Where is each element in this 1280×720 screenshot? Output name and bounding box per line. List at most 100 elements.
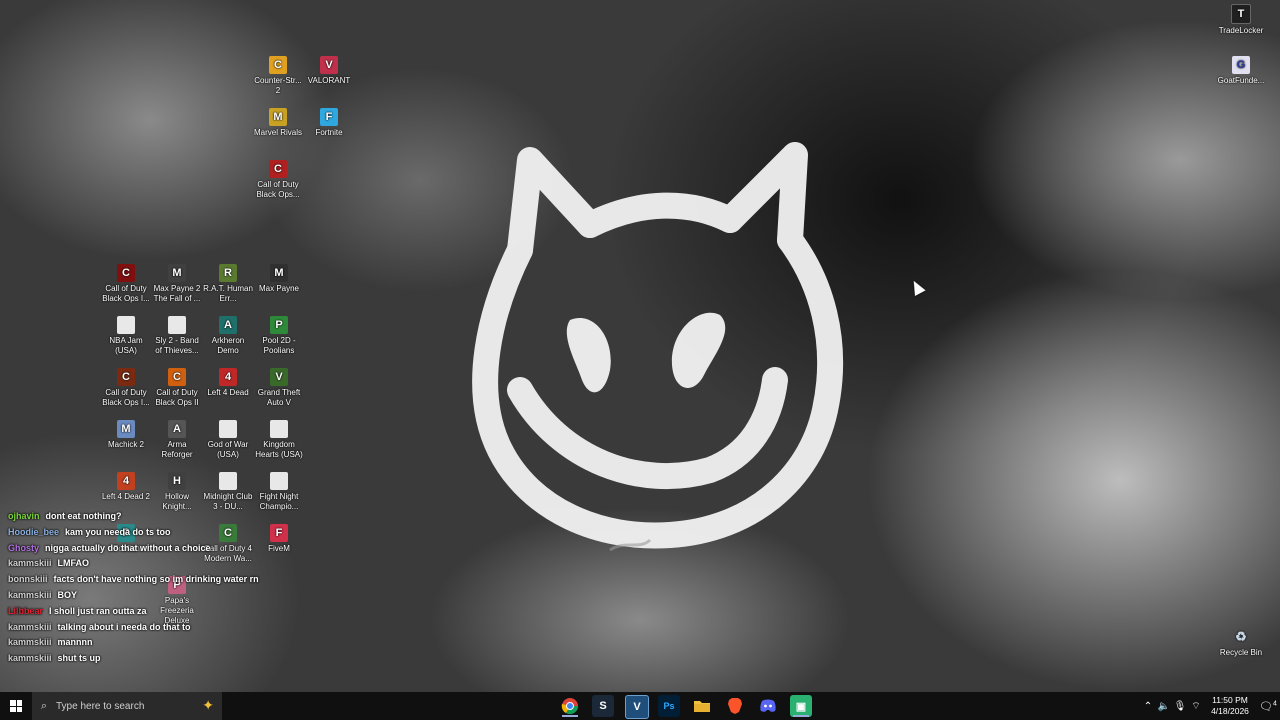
notification-center-icon[interactable]: 🗨4 [1256,700,1280,713]
pool-logo-icon: P [270,316,288,334]
chat-text: talking about i needa do that to [57,621,191,632]
file-explorer-taskbar-icon[interactable] [691,695,713,717]
cod-logo-icon: C [269,160,287,178]
max-payne-2-icon[interactable]: M Max Payne 2 The Fall of ... [151,264,203,304]
chat-username: kammskiii [8,653,52,664]
network-icon[interactable]: ⌔ [1188,700,1204,713]
system-tray: ⌃ 🔈 🎙 ⌔ 11:50 PM 4/18/2026 🗨4 [1140,692,1280,720]
machick-2-icon[interactable]: M Machick 2 [100,420,152,450]
chat-username: kammskiii [8,637,52,648]
nba-jam-icon[interactable]: NBA Jam (USA) [100,316,152,356]
arma-logo-icon: A [168,420,186,438]
god-of-war-icon[interactable]: God of War (USA) [202,420,254,460]
search-placeholder: Type here to search [56,700,145,712]
windows-logo-icon [10,700,22,712]
chat-text: facts don't have nothing so im drinking … [53,574,259,585]
fortnite-icon[interactable]: F Fortnite [303,108,355,138]
chat-text: mannnn [57,637,93,648]
cod-black-ops-2-icon[interactable]: C Call of Duty Black Ops II [151,368,203,408]
volume-icon[interactable]: 🔈 [1156,701,1172,712]
cs2-logo-icon: C [269,56,287,74]
fortnite-logo-icon: F [320,108,338,126]
microphone-icon[interactable]: 🎙 [1172,701,1188,712]
goatfunded-logo-icon: G [1232,56,1250,74]
clock-date: 4/18/2026 [1211,706,1249,716]
chat-text: dont eat nothing? [45,511,122,521]
cod-logo-icon: C [117,368,135,386]
cod-black-ops-1b-icon[interactable]: C Call of Duty Black Ops I... [100,368,152,408]
green-app-taskbar-icon[interactable]: ▣ [790,695,812,717]
hollow-knight-logo-icon: H [168,472,186,490]
active-indicator [793,715,809,717]
marvel-rivals-icon[interactable]: M Marvel Rivals [252,108,304,138]
search-highlight-icon: ✦ [202,697,214,713]
v-app-taskbar-icon[interactable]: V [625,695,649,719]
file-icon [117,316,135,334]
chrome-taskbar-icon[interactable] [559,695,581,717]
fight-night-icon[interactable]: Fight Night Champio... [253,472,305,512]
arkheron-demo-icon[interactable]: A Arkheron Demo [202,316,254,356]
gta-logo-icon: V [270,368,288,386]
chat-username: ojhavin [8,511,40,521]
recycle-bin-logo-icon: ♻ [1235,629,1247,644]
taskbar-search-box[interactable]: ⌕ Type here to search ✦ [32,692,222,720]
cod-black-ops-1-icon[interactable]: C Call of Duty Black Ops I... [100,264,152,304]
chat-username: bonnskiii [8,574,48,585]
rat-human-error-icon[interactable]: R R.A.T. Human Err... [202,264,254,304]
l4d-logo-icon: 4 [219,368,237,386]
desktop: C Counter-Str... 2 V VALORANT M Marvel R… [0,0,1280,692]
file-icon [168,316,186,334]
cod-black-ops-icon[interactable]: C Call of Duty Black Ops... [252,160,304,200]
l4d2-logo-icon: 4 [117,472,135,490]
cod-logo-icon: C [168,368,186,386]
clock-time: 11:50 PM [1212,695,1248,705]
max-payne-icon[interactable]: M Max Payne [253,264,305,294]
valorant-icon[interactable]: V VALORANT [303,56,355,86]
gta-v-icon[interactable]: V Grand Theft Auto V [253,368,305,408]
arkheron-logo-icon: A [219,316,237,334]
recycle-bin-icon[interactable]: ♻ Recycle Bin [1215,628,1267,658]
show-hidden-icons-chevron-icon[interactable]: ⌃ [1140,701,1156,712]
clock[interactable]: 11:50 PM 4/18/2026 [1204,695,1256,717]
brave-taskbar-icon[interactable] [724,695,746,717]
sly-2-icon[interactable]: Sly 2 - Band of Thieves... [151,316,203,356]
taskbar: ⌕ Type here to search ✦ S V Ps ▣ ⌃ 🔈 🎙 ⌔… [0,692,1280,720]
chat-username: Hoodie_bee [8,526,60,537]
pool-2d-icon[interactable]: P Pool 2D - Poolians [253,316,305,356]
mouse-cursor-icon [908,278,926,296]
left-4-dead-icon[interactable]: 4 Left 4 Dead [202,368,254,398]
tradelocker-logo-icon: T [1231,4,1251,24]
chat-message: Lilbbear I sholl just ran outta za [8,604,308,620]
hollow-knight-icon[interactable]: H Hollow Knight... [151,472,203,512]
left-4-dead-2-icon[interactable]: 4 Left 4 Dead 2 [100,472,152,502]
rat-logo-icon: R [219,264,237,282]
midnight-club-3-icon[interactable]: Midnight Club 3 - DU... [202,472,254,512]
cod-logo-icon: C [117,264,135,282]
steam-taskbar-icon[interactable]: S [592,695,614,717]
chat-message: kammskiii shut ts up [8,651,308,667]
chat-message: kammskiii mannnn [8,635,308,651]
chat-username: kammskiii [8,558,52,569]
counter-strike-2-icon[interactable]: C Counter-Str... 2 [252,56,304,96]
photoshop-taskbar-icon[interactable]: Ps [658,695,680,717]
goatfunded-icon[interactable]: G GoatFunde... [1215,56,1267,86]
chat-message: ojhavin dont eat nothing? [8,509,308,525]
max-payne-logo-icon: M [168,264,186,282]
tradelocker-icon[interactable]: T TradeLocker [1215,4,1267,36]
chat-message: kammskiii BOY [8,588,308,604]
chat-text: shut ts up [57,653,101,664]
notification-count: 4 [1273,699,1277,707]
chat-text: BOY [57,589,78,600]
file-icon [219,472,237,490]
chat-username: kammskiii [8,621,52,632]
discord-taskbar-icon[interactable] [757,695,779,717]
chat-text: kam you needa do ts too [65,526,171,537]
arma-reforger-icon[interactable]: A Arma Reforger [151,420,203,460]
start-button[interactable] [0,692,32,720]
chat-username: Lilbbear [8,605,44,616]
chat-username: kammskiii [8,589,52,600]
machick-logo-icon: M [117,420,135,438]
wallpaper-devil-face [472,142,844,552]
kingdom-hearts-icon[interactable]: Kingdom Hearts (USA) [253,420,305,460]
chat-message: kammskiii LMFAO [8,556,308,572]
